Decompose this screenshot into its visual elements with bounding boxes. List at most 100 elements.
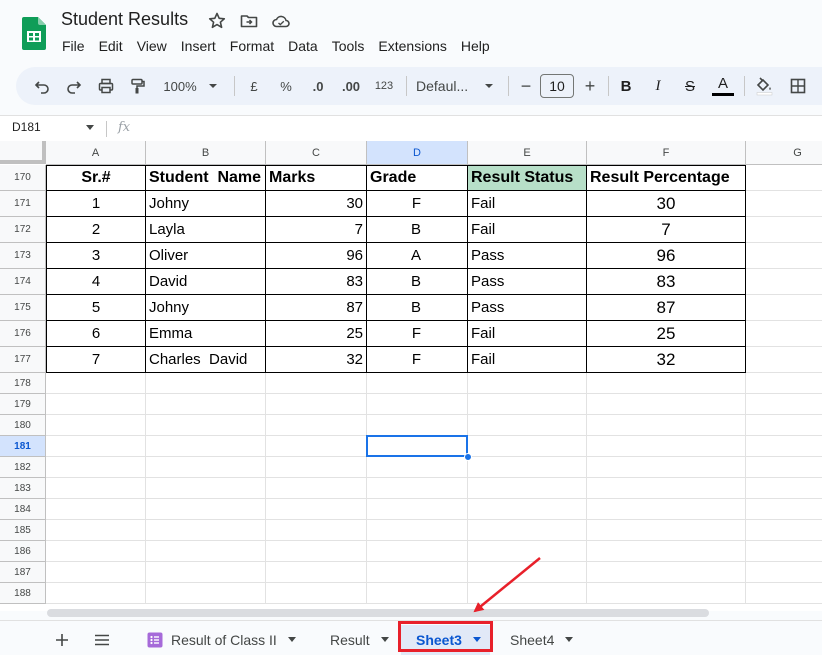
grid-cell[interactable] [46,499,146,520]
grid-cell[interactable] [146,562,266,583]
column-header-f[interactable]: F [587,141,746,165]
grid-cell[interactable] [266,562,367,583]
grid-cell[interactable] [746,562,822,583]
row-header-177[interactable]: 177 [0,347,46,373]
grid-cell[interactable] [746,347,822,373]
grid-cell[interactable] [46,415,146,436]
table-cell[interactable]: Charles David [146,347,266,373]
table-header-cell[interactable]: Result Percentage [587,165,746,191]
grid-cell[interactable] [46,541,146,562]
grid-cell[interactable] [468,415,587,436]
sheet-tab-result-of-class-ii[interactable]: Result of Class II [137,625,307,655]
grid-cell[interactable] [367,499,468,520]
star-icon[interactable] [207,11,227,31]
table-cell[interactable]: Pass [468,269,587,295]
grid-cell[interactable] [746,243,822,269]
sheet-grid[interactable]: A B C D E F G 170 Sr.# Student Name Marks Grade Resu… [0,141,822,611]
row-header-184[interactable]: 184 [0,499,46,520]
percent-format-button[interactable]: % [275,72,297,100]
table-cell[interactable]: Layla [146,217,266,243]
menu-insert[interactable]: Insert [174,36,223,58]
row-header-171[interactable]: 171 [0,191,46,217]
grid-cell[interactable] [468,394,587,415]
table-cell[interactable]: 2 [46,217,146,243]
menu-format[interactable]: Format [223,36,281,58]
table-cell[interactable]: 7 [46,347,146,373]
print-button[interactable] [94,72,118,100]
column-header-e[interactable]: E [468,141,587,165]
row-header-181[interactable]: 181 [0,436,46,457]
grid-cell[interactable] [367,436,468,457]
grid-cell[interactable] [746,394,822,415]
grid-cell[interactable] [468,562,587,583]
table-cell[interactable]: Johny [146,295,266,321]
table-cell[interactable]: B [367,217,468,243]
grid-cell[interactable] [266,478,367,499]
row-header-182[interactable]: 182 [0,457,46,478]
grid-cell[interactable] [367,373,468,394]
more-formats-button[interactable]: 123 [370,72,398,100]
column-header-d[interactable]: D [367,141,468,165]
grid-cell[interactable] [266,436,367,457]
decrease-decimal-button[interactable]: .0 [305,72,331,100]
grid-cell[interactable] [266,415,367,436]
table-cell[interactable]: A [367,243,468,269]
column-header-a[interactable]: A [46,141,146,165]
table-cell[interactable]: 96 [266,243,367,269]
table-cell[interactable]: F [367,321,468,347]
table-cell[interactable]: 5 [46,295,146,321]
increase-font-size-button[interactable]: + [580,72,600,100]
row-header-174[interactable]: 174 [0,269,46,295]
grid-cell[interactable] [587,541,746,562]
grid-cell[interactable] [367,478,468,499]
grid-cell[interactable] [146,415,266,436]
table-cell[interactable]: F [367,191,468,217]
grid-cell[interactable] [468,373,587,394]
row-header-179[interactable]: 179 [0,394,46,415]
grid-cell[interactable] [367,394,468,415]
grid-cell[interactable] [46,562,146,583]
grid-cell[interactable] [746,541,822,562]
table-cell[interactable]: 1 [46,191,146,217]
sheets-logo-icon[interactable] [22,17,46,50]
grid-cell[interactable] [587,415,746,436]
grid-cell[interactable] [746,321,822,347]
cloud-status-icon[interactable] [271,11,291,31]
menu-view[interactable]: View [130,36,174,58]
column-header-c[interactable]: C [266,141,367,165]
menu-help[interactable]: Help [454,36,497,58]
row-header-180[interactable]: 180 [0,415,46,436]
grid-cell[interactable] [468,478,587,499]
table-cell[interactable]: David [146,269,266,295]
grid-cell[interactable] [146,583,266,604]
grid-cell[interactable] [746,436,822,457]
grid-cell[interactable] [746,165,822,191]
menu-edit[interactable]: Edit [92,36,130,58]
grid-cell[interactable] [587,394,746,415]
row-header-188[interactable]: 188 [0,583,46,604]
table-header-cell[interactable]: Marks [266,165,367,191]
grid-cell[interactable] [746,415,822,436]
italic-button[interactable]: I [648,72,668,100]
table-cell[interactable]: 4 [46,269,146,295]
grid-cell[interactable] [587,478,746,499]
row-header-173[interactable]: 173 [0,243,46,269]
table-cell[interactable]: Emma [146,321,266,347]
table-cell[interactable]: Fail [468,321,587,347]
grid-cell[interactable] [367,415,468,436]
grid-cell[interactable] [146,436,266,457]
grid-cell[interactable] [587,520,746,541]
row-header-172[interactable]: 172 [0,217,46,243]
table-cell[interactable]: B [367,295,468,321]
name-box-chevron-down-icon[interactable] [85,125,95,131]
grid-cell[interactable] [266,541,367,562]
grid-cell[interactable] [146,541,266,562]
grid-cell[interactable] [468,499,587,520]
table-cell[interactable]: 32 [266,347,367,373]
grid-cell[interactable] [266,520,367,541]
column-header-g[interactable]: G [746,141,822,165]
grid-cell[interactable] [746,520,822,541]
grid-cell[interactable] [746,373,822,394]
grid-cell[interactable] [367,457,468,478]
grid-cell[interactable] [746,269,822,295]
